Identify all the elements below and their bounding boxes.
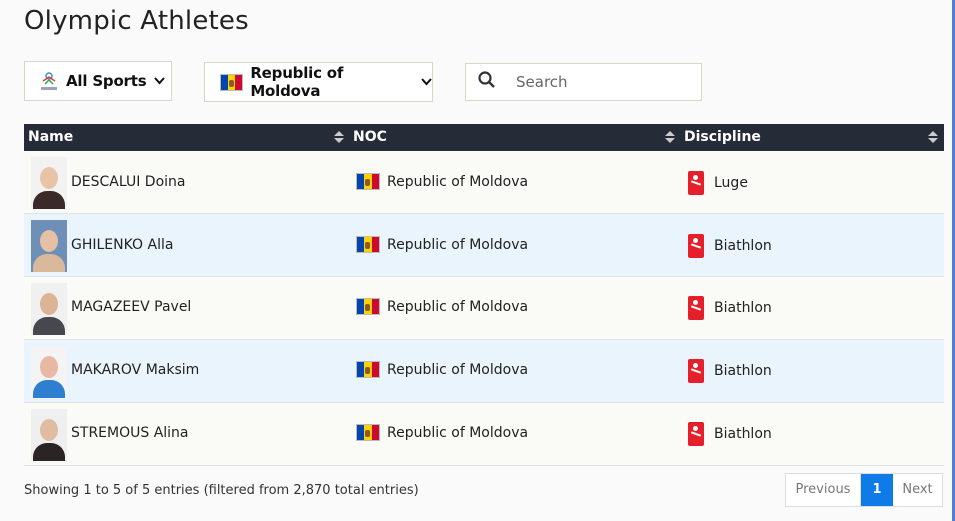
athlete-photo	[31, 346, 67, 398]
discipline-cell: Biathlon	[688, 296, 772, 320]
table-row[interactable]: MAGAZEEV Pavel Republic of Moldova Biath…	[24, 277, 944, 340]
moldova-flag-icon	[356, 424, 380, 441]
moldova-flag-icon	[356, 173, 380, 190]
moldova-flag-icon	[356, 361, 380, 378]
discipline-name: Luge	[714, 175, 748, 191]
athlete-photo	[31, 157, 67, 209]
table-header: Name NOC Discipline	[24, 124, 944, 151]
moldova-flag-icon	[356, 298, 380, 315]
page-title: Olympic Athletes	[24, 6, 249, 36]
pagination: Previous 1 Next	[785, 473, 943, 507]
noc-cell: Republic of Moldova	[356, 424, 528, 441]
search-placeholder: Search	[516, 73, 568, 91]
noc-cell: Republic of Moldova	[356, 298, 528, 315]
search-icon	[478, 71, 496, 93]
column-header-discipline[interactable]: Discipline	[684, 124, 761, 151]
moldova-flag-icon	[220, 73, 244, 91]
table-info-text: Showing 1 to 5 of 5 entries (filtered fr…	[24, 483, 419, 498]
olympic-games-logo-icon	[39, 70, 59, 92]
column-header-name[interactable]: Name	[28, 124, 73, 151]
noc-name: Republic of Moldova	[387, 424, 529, 441]
chevron-down-icon	[421, 76, 432, 89]
sport-filter-dropdown[interactable]: All Sports	[24, 61, 172, 101]
moldova-flag-icon	[356, 236, 380, 253]
athlete-name[interactable]: GHILENKO Alla	[71, 237, 173, 253]
biathlon-icon	[688, 234, 704, 258]
next-page-button[interactable]: Next	[893, 474, 942, 506]
sort-icon[interactable]	[928, 131, 938, 145]
athlete-photo	[31, 283, 67, 335]
noc-name: Republic of Moldova	[387, 236, 529, 253]
noc-filter-label: Republic of Moldova	[250, 64, 344, 100]
table-row[interactable]: STREMOUS Alina Republic of Moldova Biath…	[24, 403, 944, 466]
page-1-button[interactable]: 1	[861, 474, 893, 506]
noc-cell: Republic of Moldova	[356, 361, 528, 378]
discipline-name: Biathlon	[714, 363, 772, 379]
athlete-photo	[31, 409, 67, 461]
discipline-name: Biathlon	[714, 426, 772, 442]
discipline-cell: Luge	[688, 171, 748, 195]
sort-icon[interactable]	[665, 131, 675, 145]
discipline-name: Biathlon	[714, 300, 772, 316]
noc-filter-dropdown[interactable]: Republic of Moldova	[204, 62, 433, 102]
noc-name: Republic of Moldova	[387, 361, 529, 378]
sport-filter-label: All Sports	[66, 72, 147, 90]
athlete-name[interactable]: STREMOUS Alina	[71, 425, 189, 441]
discipline-name: Biathlon	[714, 238, 772, 254]
biathlon-icon	[688, 359, 704, 383]
table-row[interactable]: DESCALUI Doina Republic of Moldova Luge	[24, 151, 944, 214]
discipline-cell: Biathlon	[688, 422, 772, 446]
athlete-name[interactable]: MAKAROV Maksim	[71, 362, 199, 378]
table-row[interactable]: GHILENKO Alla Republic of Moldova Biathl…	[24, 214, 944, 277]
previous-page-button[interactable]: Previous	[786, 474, 861, 506]
luge-icon	[688, 171, 704, 195]
athlete-photo	[31, 220, 67, 272]
column-header-noc[interactable]: NOC	[353, 124, 387, 151]
discipline-cell: Biathlon	[688, 359, 772, 383]
noc-cell: Republic of Moldova	[356, 236, 528, 253]
search-input[interactable]: Search	[465, 63, 702, 101]
biathlon-icon	[688, 422, 704, 446]
chevron-down-icon	[154, 75, 166, 88]
sort-icon[interactable]	[334, 131, 344, 145]
noc-cell: Republic of Moldova	[356, 173, 528, 190]
table-row[interactable]: MAKAROV Maksim Republic of Moldova Biath…	[24, 340, 944, 403]
discipline-cell: Biathlon	[688, 234, 772, 258]
biathlon-icon	[688, 296, 704, 320]
athlete-name[interactable]: MAGAZEEV Pavel	[71, 299, 191, 315]
noc-name: Republic of Moldova	[387, 173, 529, 190]
noc-name: Republic of Moldova	[387, 298, 529, 315]
athlete-name[interactable]: DESCALUI Doina	[71, 174, 185, 190]
